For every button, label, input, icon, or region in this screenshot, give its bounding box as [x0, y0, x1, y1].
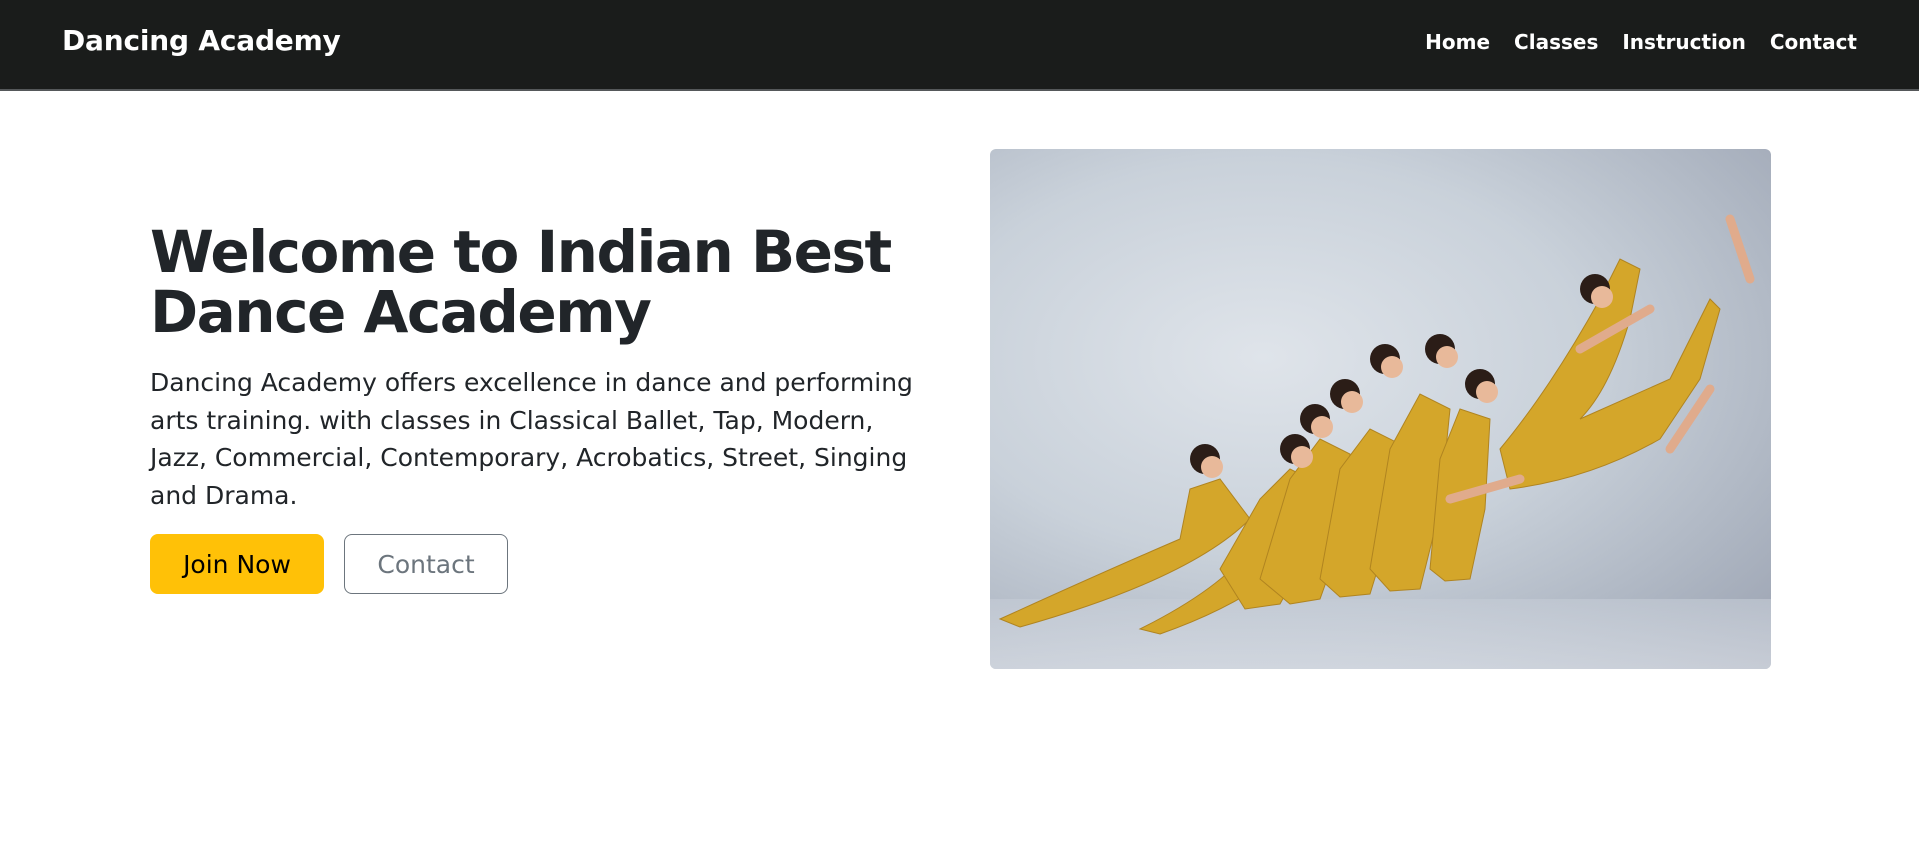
hero-description: Dancing Academy offers excellence in dan… [150, 368, 913, 510]
brand-logo-link[interactable]: Dancing Academy [62, 24, 341, 57]
nav-link-classes[interactable]: Classes [1514, 30, 1598, 54]
nav-menu: Home Classes Instruction Contact [1425, 30, 1857, 54]
nav-item-classes: Classes [1514, 30, 1598, 54]
hero-title-line-2: Dance Academy [150, 278, 652, 346]
hero-text-block: Welcome to Indian Best Dance Academy Dan… [150, 222, 950, 514]
nav-link-contact[interactable]: Contact [1770, 30, 1857, 54]
nav-item-instruction: Instruction [1622, 30, 1746, 54]
hero-dancers-image [990, 149, 1771, 669]
dancers-illustration [990, 214, 1771, 669]
nav-link-instruction[interactable]: Instruction [1622, 30, 1746, 54]
join-now-button[interactable]: Join Now [150, 534, 324, 594]
contact-button[interactable]: Contact [344, 534, 508, 594]
hero-button-group: Join Now Contact [150, 534, 508, 594]
nav-item-home: Home [1425, 30, 1490, 54]
hero-title-line-1: Welcome to Indian Best [150, 218, 892, 286]
nav-item-contact: Contact [1770, 30, 1857, 54]
nav-link-home[interactable]: Home [1425, 30, 1490, 54]
top-navbar: Dancing Academy Home Classes Instruction… [0, 0, 1919, 91]
hero-title: Welcome to Indian Best Dance Academy [150, 222, 950, 342]
